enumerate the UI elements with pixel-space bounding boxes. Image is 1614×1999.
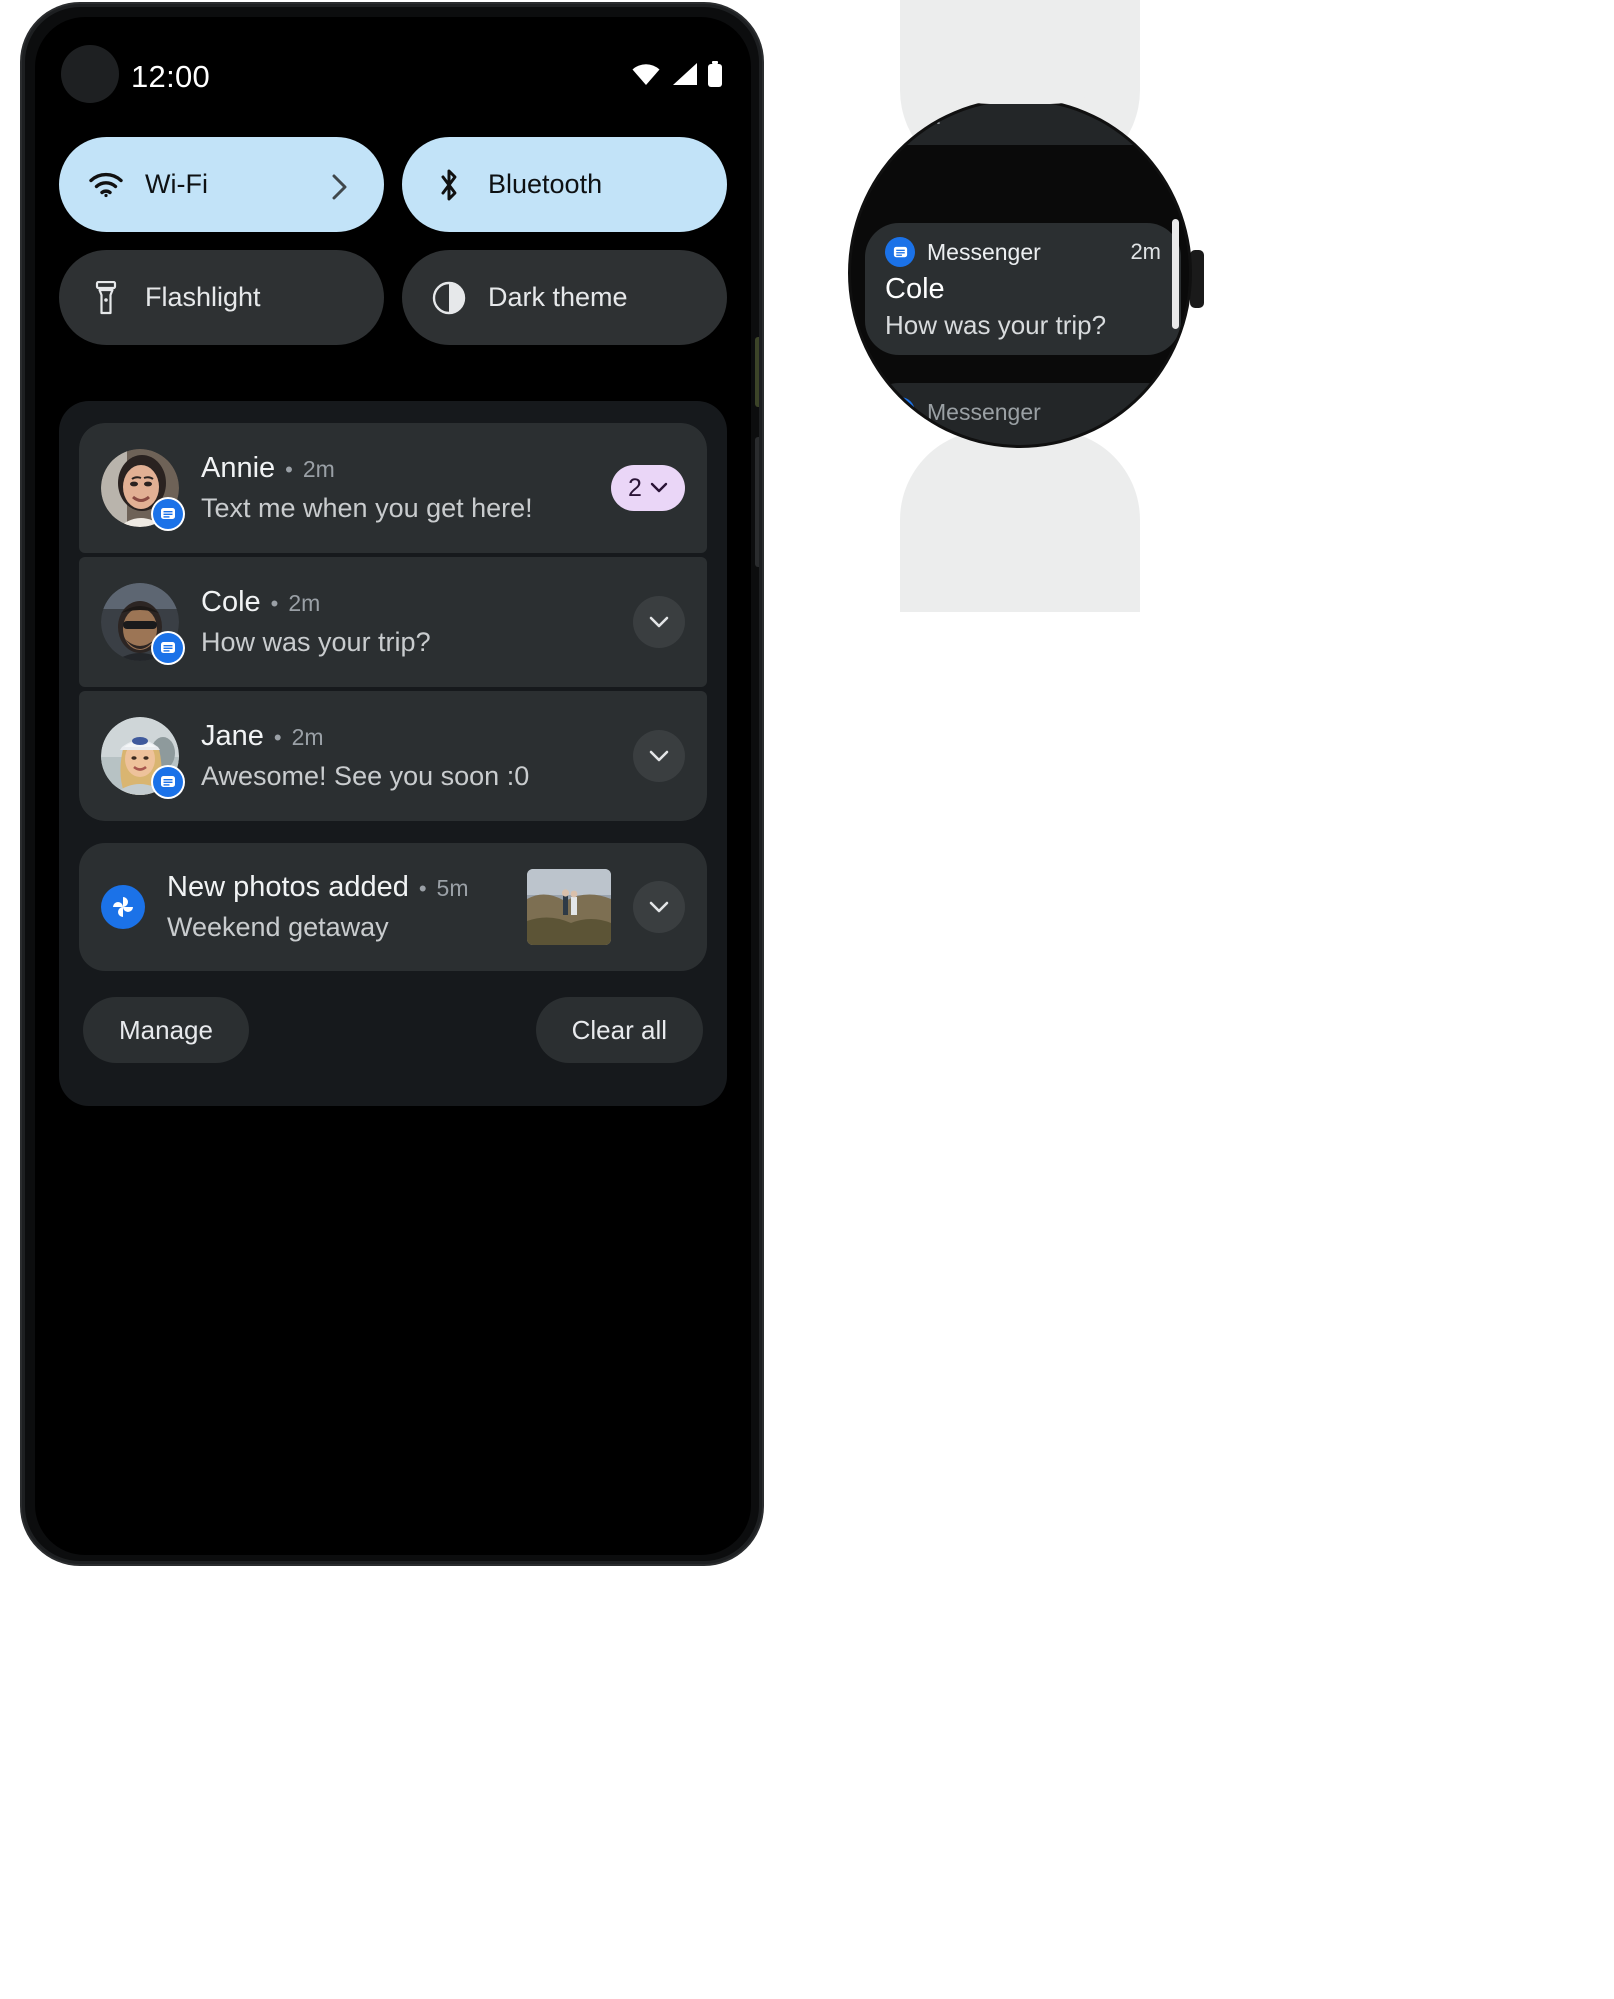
clear-all-button[interactable]: Clear all [535,997,703,1063]
messenger-icon [885,397,915,427]
messenger-icon [151,765,185,799]
expand-notification-button[interactable] [633,596,685,648]
watch-band-bottom [900,430,1140,612]
quick-tile-wifi[interactable]: Wi-Fi [59,137,384,232]
notification-count-chip[interactable]: 2 [611,465,685,511]
notification-row[interactable]: Jane • 2m Awesome! See you soon :0 [79,691,707,821]
notification-timestamp: 2m [302,456,335,482]
watch-notification-header: Messenger 2m [885,397,1161,427]
notification-row[interactable]: Annie • 2m Text me when you get here! 2 [79,423,707,553]
status-bar-clock: 12:00 [131,59,211,94]
watch-notification-sender: Cole [885,273,945,305]
screenshot-stage: 12:00 Wi-Fi Bluetooth Flashlight Dark th… [0,0,1614,1999]
notification-sender: Cole [201,586,261,618]
quick-settings-tiles: Wi-Fi Bluetooth Flashlight Dark theme [59,137,727,363]
phone-device-frame: 12:00 Wi-Fi Bluetooth Flashlight Dark th… [22,4,762,1564]
quick-tile-bluetooth[interactable]: Bluetooth [402,137,727,232]
messenger-icon [151,497,185,531]
notification-text: Jane • 2m Awesome! See you soon :0 [201,720,611,792]
chevron-down-icon [649,901,669,913]
quick-tile-dark-theme[interactable]: Dark theme [402,250,727,345]
couple-on-hill-photo[interactable] [527,869,611,945]
photos-notification-timestamp: 5m [436,875,469,901]
chevron-down-icon [649,616,669,628]
avatar [101,449,185,531]
watch-notification-current[interactable]: Messenger 2m Cole How was your trip? [865,223,1181,355]
notification-message: How was your trip? [201,627,431,657]
notification-shade: Annie • 2m Text me when you get here! 2 [59,401,727,1106]
wifi-icon [89,168,123,202]
photos-notification-title: New photos added [167,871,409,903]
front-camera-punchhole [61,45,119,103]
watch-screen: Text me when you get here! Messenger 2m [848,98,1192,448]
wifi-icon [631,62,661,86]
watch-app-name: Messenger [927,238,1041,265]
watch-scrollbar[interactable] [1172,219,1179,329]
separator-dot: • [270,591,279,616]
quick-settings-row-1: Wi-Fi Bluetooth [59,137,727,232]
flashlight-icon [89,280,123,315]
watch-notification-message: How was your trip? [885,310,1107,340]
status-bar-icons [631,61,723,87]
photos-notification[interactable]: New photos added • 5m Weekend getaway [79,843,707,971]
notification-text: New photos added • 5m Weekend getaway [167,871,505,943]
google-photos-icon [101,885,145,929]
messenger-notification-group: Annie • 2m Text me when you get here! 2 [79,423,707,821]
avatar [101,717,185,799]
watch-device: Text me when you get here! Messenger 2m [838,0,1204,612]
shade-action-bar: Manage Clear all [79,997,707,1063]
notification-header: Jane • 2m [201,720,611,753]
quick-settings-row-2: Flashlight Dark theme [59,250,727,345]
watch-notification-next[interactable]: Messenger 2m Jane Awesome! See you soon [865,383,1181,445]
quick-tile-label: Wi-Fi [145,169,208,199]
watch-notification-timestamp: 2m [1130,399,1161,424]
notification-timestamp: 2m [288,590,321,616]
notification-timestamp: 2m [291,724,324,750]
messenger-icon [151,631,185,665]
chevron-down-icon [650,482,668,493]
notification-message: Text me when you get here! [201,493,533,523]
watch-crown-button[interactable] [1190,250,1204,308]
watch-notification-header: Messenger 2m [885,237,1161,267]
phone-power-button[interactable] [755,337,759,407]
watch-notification-sender: Jane [885,433,1161,445]
watch-notification-timestamp: 2m [1130,239,1161,264]
phone-screen: 12:00 Wi-Fi Bluetooth Flashlight Dark th… [35,17,751,1555]
notification-sender: Annie [201,452,276,484]
separator-dot: • [285,457,293,482]
quick-tile-label: Dark theme [488,282,628,312]
avatar [101,583,185,665]
notification-row[interactable]: Cole • 2m How was your trip? [79,557,707,687]
notification-header: Cole • 2m [201,586,611,619]
bluetooth-icon [432,168,466,202]
separator-dot: • [273,725,282,750]
quick-tile-label: Flashlight [145,282,261,312]
chevron-down-icon [649,750,669,762]
expand-notification-button[interactable] [633,730,685,782]
messenger-icon [885,237,915,267]
notification-text: Annie • 2m Text me when you get here! [201,452,589,524]
contrast-icon [432,281,466,315]
cellular-signal-icon [670,62,698,86]
chevron-right-icon[interactable] [330,173,354,199]
photos-notification-subtitle: Weekend getaway [167,912,389,942]
battery-icon [707,61,723,87]
watch-notification-previous[interactable]: Text me when you get here! [865,101,1181,145]
expand-notification-button[interactable] [633,881,685,933]
notification-text: Cole • 2m How was your trip? [201,586,611,658]
notification-header: New photos added • 5m [167,871,505,904]
notification-count: 2 [628,473,642,502]
separator-dot: • [418,876,427,901]
phone-volume-button[interactable] [755,437,759,567]
quick-tile-flashlight[interactable]: Flashlight [59,250,384,345]
notification-message: Awesome! See you soon :0 [201,761,530,791]
notification-sender: Jane [201,720,264,752]
status-bar: 12:00 [35,17,751,135]
quick-tile-label: Bluetooth [488,169,603,199]
manage-button[interactable]: Manage [83,997,249,1063]
notification-header: Annie • 2m [201,452,589,485]
watch-app-name: Messenger [927,398,1041,425]
